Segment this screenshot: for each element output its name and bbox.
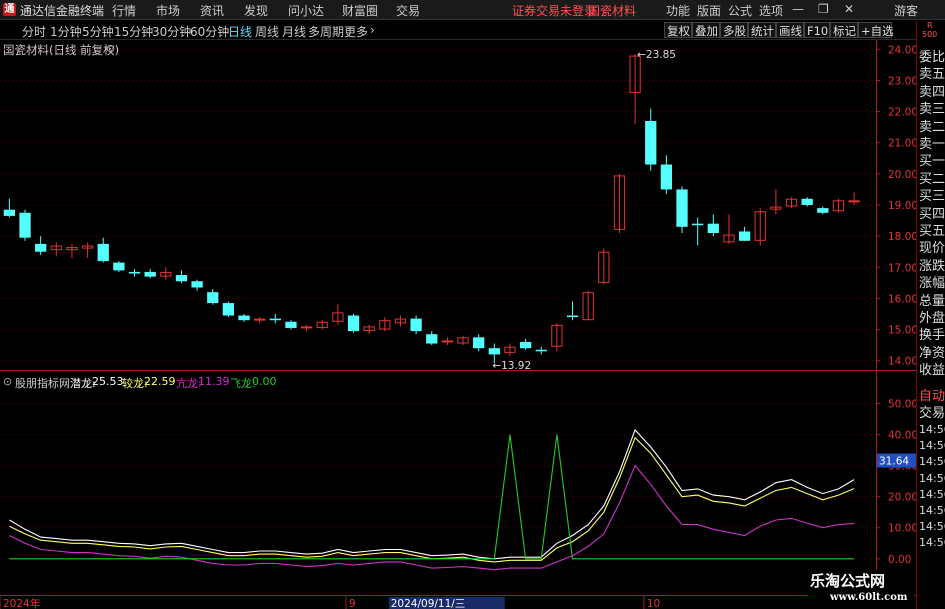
- candle-body-down: [207, 292, 219, 304]
- trade-time: 14:56: [919, 455, 945, 469]
- trade-time: 14:56: [919, 487, 945, 501]
- quote-row-label: 买三: [919, 189, 945, 205]
- price-tick-label: 17.00: [888, 262, 916, 274]
- quote-row-label: 委比: [919, 50, 945, 65]
- price-tick-label: 22.00: [888, 107, 916, 119]
- trade-tab[interactable]: 交易: [919, 402, 945, 421]
- candle-body-up: [254, 318, 266, 321]
- quote-row-label: 买二: [919, 171, 945, 187]
- price-tick-label: 18.00: [888, 231, 916, 243]
- price-tick-label: 19.00: [888, 200, 916, 212]
- trade-time: 14:56: [919, 536, 945, 550]
- candle-body-down: [175, 275, 188, 282]
- quote-row-label: 涨幅: [919, 276, 945, 292]
- candle-body-down: [817, 208, 829, 213]
- date-label: 9: [349, 598, 356, 609]
- quote-row-label: 卖三: [919, 102, 945, 118]
- trade-time: 14:56: [919, 471, 945, 485]
- candle-body-down: [488, 348, 500, 355]
- candle-body-down: [19, 212, 31, 238]
- indicator-series-line: [9, 436, 855, 563]
- candle-body-down: [410, 318, 422, 332]
- watermark-url: www.60lt.com: [830, 592, 908, 603]
- high-price-label: ←23.85: [637, 49, 676, 61]
- candle-body-down: [191, 281, 203, 288]
- candle-body-down: [692, 223, 704, 226]
- quote-row-label: 换手: [919, 328, 945, 344]
- quote-row-label: 现价: [919, 241, 945, 257]
- quote-row-label: 买四: [919, 206, 945, 222]
- candle-body-down: [97, 243, 109, 262]
- price-tick-label: 15.00: [888, 325, 916, 337]
- indicator-tick-label: 10.00: [888, 523, 916, 535]
- current-value-tag: 31.64: [879, 456, 909, 468]
- date-label: 2024年: [3, 597, 40, 609]
- candle-body-down: [285, 321, 297, 328]
- watermark: 乐淘公式网 www.60lt.com: [808, 570, 914, 608]
- candle-body-up: [848, 200, 860, 203]
- date-label: 10: [647, 598, 660, 609]
- quote-row-label: 买五: [919, 224, 945, 239]
- indicator-tick-label: 20.00: [888, 492, 916, 504]
- candle-body-down: [113, 262, 125, 271]
- candle-body-down: [269, 318, 281, 321]
- candle-body-down: [707, 223, 719, 234]
- indicator-series-line: [9, 428, 855, 560]
- candle-body-down: [801, 198, 813, 205]
- candle-body-down: [535, 349, 547, 352]
- badge-r: R: [927, 21, 933, 30]
- trade-time: 14:56: [919, 520, 945, 534]
- price-tick-label: 20.00: [888, 169, 916, 181]
- candle-body-down: [35, 243, 47, 252]
- candle-body-down: [144, 271, 156, 277]
- candle-body-down: [3, 209, 16, 216]
- price-tick-label: 21.00: [888, 138, 916, 150]
- quote-row-label: 卖一: [919, 137, 945, 152]
- watermark-title: 乐淘公式网: [810, 572, 886, 590]
- candle-body-down: [128, 271, 141, 274]
- quote-side-panel: 委比 卖五 卖四 卖三 卖二 卖一 买一 买二 买三 买四 买五 现价 涨跌 涨幅 总量 外盘 换手 净资 收益 自动…: [916, 40, 945, 609]
- candle-body-down: [676, 189, 688, 227]
- trade-time: 14:56: [919, 504, 945, 517]
- quote-row-label: 净资: [919, 345, 945, 361]
- quote-row-label: 涨跌: [919, 258, 945, 274]
- candle-body-down: [347, 315, 360, 332]
- low-price-label: ←13.92: [492, 360, 531, 372]
- price-tick-label: 16.00: [888, 293, 916, 305]
- quote-row-label: 外盘: [919, 311, 945, 326]
- quote-row-label: 卖二: [919, 119, 945, 135]
- kline-chart[interactable]: 14.00 15.00 16.00 17.00 18.00 19.00 20.00 21.00…: [0, 0, 916, 609]
- quote-row-label: 卖四: [919, 84, 945, 100]
- price-tick-label: 14.00: [888, 356, 916, 368]
- indicator-series-line: [9, 464, 855, 571]
- price-tick-label: 23.00: [888, 75, 916, 87]
- candle-body-up: [441, 340, 454, 343]
- candle-body-down: [238, 315, 250, 321]
- quote-row-label: 总量: [919, 293, 945, 309]
- quote-row-label: 卖五: [919, 67, 945, 83]
- trade-time: 14:56: [919, 423, 945, 436]
- badge-500: 500: [922, 30, 938, 39]
- badge-r500: R 500: [916, 21, 945, 40]
- indicator-tick-label: 50.00: [888, 399, 916, 411]
- date-cursor-label: 2024/09/11/三: [391, 598, 466, 609]
- quote-row-label: 买一: [919, 154, 945, 170]
- candle-body-down: [566, 315, 579, 318]
- candle-body-down: [660, 164, 673, 190]
- candle-body-down: [519, 341, 532, 349]
- candle-body-down: [473, 337, 485, 349]
- candle-body-down: [645, 120, 657, 165]
- candle-body-up: [300, 326, 313, 329]
- price-tick-label: 24.00: [888, 44, 916, 56]
- candle-body-down: [738, 231, 751, 241]
- indicator-tick-label: 40.00: [888, 430, 916, 442]
- indicator-tick-label: 0.00: [888, 554, 911, 566]
- quote-row-label: 收益: [919, 363, 945, 379]
- trade-time: 14:56: [919, 439, 945, 453]
- candle-body-down: [426, 334, 438, 344]
- candle-body-down: [222, 303, 235, 316]
